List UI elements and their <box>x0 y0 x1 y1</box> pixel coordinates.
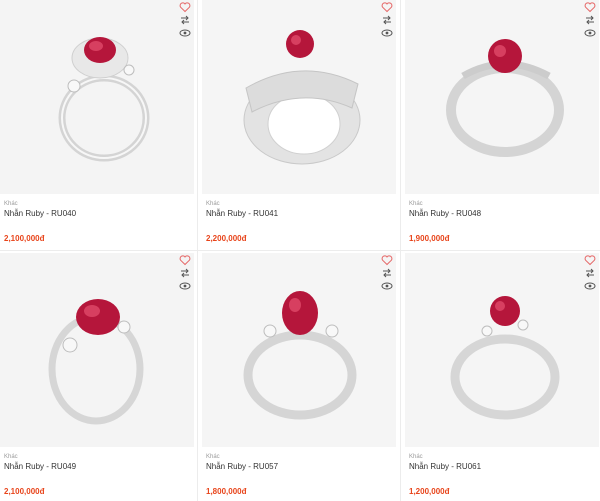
product-image[interactable] <box>0 253 194 447</box>
compare-arrows-icon[interactable] <box>381 14 393 26</box>
product-actions <box>179 1 191 40</box>
product-category: Khác <box>4 201 18 207</box>
compare-arrows-icon[interactable] <box>584 267 596 279</box>
product-card[interactable]: Khác Nhẫn Ruby - RU061 1,200,000đ <box>405 253 599 501</box>
product-card[interactable]: Khác Nhẫn Ruby - RU048 1,900,000đ <box>405 0 599 248</box>
product-card[interactable]: Khác Nhẫn Ruby - RU040 2,100,000đ <box>0 0 194 248</box>
product-actions <box>584 1 596 40</box>
product-actions <box>381 254 393 293</box>
eye-icon[interactable] <box>584 27 596 39</box>
heart-icon[interactable] <box>584 254 596 266</box>
product-actions <box>584 254 596 293</box>
ring-photo <box>0 0 194 194</box>
product-name-link[interactable]: Nhẫn Ruby - RU048 <box>409 209 481 219</box>
product-price: 2,100,000đ <box>4 234 45 243</box>
product-category: Khác <box>4 454 18 460</box>
compare-arrows-icon[interactable] <box>179 14 191 26</box>
compare-arrows-icon[interactable] <box>179 267 191 279</box>
compare-arrows-icon[interactable] <box>381 267 393 279</box>
product-image[interactable] <box>202 253 396 447</box>
ring-photo <box>202 0 396 194</box>
product-name-link[interactable]: Nhẫn Ruby - RU041 <box>206 209 278 219</box>
heart-icon[interactable] <box>381 254 393 266</box>
product-name-link[interactable]: Nhẫn Ruby - RU049 <box>4 462 76 472</box>
product-card[interactable]: Khác Nhẫn Ruby - RU041 2,200,000đ <box>202 0 396 248</box>
compare-arrows-icon[interactable] <box>584 14 596 26</box>
product-actions <box>381 1 393 40</box>
product-price: 1,800,000đ <box>206 487 247 496</box>
product-image[interactable] <box>202 0 396 194</box>
eye-icon[interactable] <box>381 27 393 39</box>
heart-icon[interactable] <box>179 1 191 13</box>
product-name-link[interactable]: Nhẫn Ruby - RU061 <box>409 462 481 472</box>
ring-photo <box>202 253 396 447</box>
product-name-link[interactable]: Nhẫn Ruby - RU057 <box>206 462 278 472</box>
eye-icon[interactable] <box>179 280 191 292</box>
product-category: Khác <box>409 454 423 460</box>
product-category: Khác <box>409 201 423 207</box>
ring-photo <box>405 253 599 447</box>
product-actions <box>179 254 191 293</box>
product-price: 2,200,000đ <box>206 234 247 243</box>
product-category: Khác <box>206 201 220 207</box>
ring-photo <box>0 253 194 447</box>
product-price: 1,900,000đ <box>409 234 450 243</box>
product-image[interactable] <box>405 0 599 194</box>
eye-icon[interactable] <box>381 280 393 292</box>
product-category: Khác <box>206 454 220 460</box>
product-image[interactable] <box>405 253 599 447</box>
product-card[interactable]: Khác Nhẫn Ruby - RU049 2,100,000đ <box>0 253 194 501</box>
eye-icon[interactable] <box>584 280 596 292</box>
product-card[interactable]: Khác Nhẫn Ruby - RU057 1,800,000đ <box>202 253 396 501</box>
eye-icon[interactable] <box>179 27 191 39</box>
ring-photo <box>405 0 599 194</box>
product-price: 2,100,000đ <box>4 487 45 496</box>
product-price: 1,200,000đ <box>409 487 450 496</box>
heart-icon[interactable] <box>381 1 393 13</box>
heart-icon[interactable] <box>584 1 596 13</box>
product-image[interactable] <box>0 0 194 194</box>
heart-icon[interactable] <box>179 254 191 266</box>
grid-divider <box>0 250 600 251</box>
product-grid: Khác Nhẫn Ruby - RU040 2,100,000đ Khác N… <box>0 0 600 501</box>
product-name-link[interactable]: Nhẫn Ruby - RU040 <box>4 209 76 219</box>
